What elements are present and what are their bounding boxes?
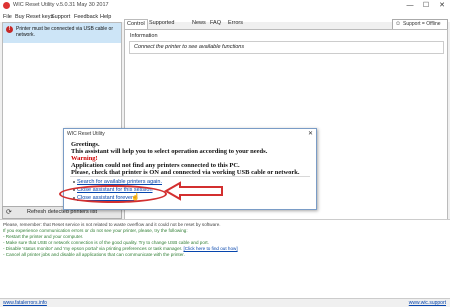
tip-line: If you experience communication errors o…: [3, 228, 188, 233]
title-bar: WIC Reset Utility v.5.0.31 May 30 2017 —…: [0, 0, 450, 12]
support-status-label: Support = Offline: [403, 21, 441, 27]
dialog-no-printers: Application could not find any printers …: [71, 162, 240, 169]
highlight-ellipse: [59, 185, 167, 203]
app-icon: [3, 2, 10, 9]
wic-support-link[interactable]: www.wic.support: [409, 300, 446, 306]
dialog-title: WIC Reset Utility: [67, 131, 105, 137]
tab-errors-reference[interactable]: Errors reference: [226, 19, 253, 35]
tip-line: - Disable 'status monitor' and 'my epson…: [3, 246, 238, 251]
support-icon: ☺: [395, 21, 402, 27]
bullet-icon: [73, 180, 75, 183]
dialog-greeting: Greetings.: [71, 141, 100, 148]
dialog-message: Greetings. This assistant will help you …: [71, 141, 311, 176]
tips-area: Please, remember: that Reset service is …: [0, 219, 450, 299]
dialog-check-printer: Please, check that printer is ON and con…: [71, 169, 300, 176]
tip-line: Please, remember: that Reset service is …: [3, 222, 221, 227]
list-item[interactable]: ! Printer must be connected via USB cabl…: [3, 23, 121, 43]
information-label: Information: [130, 33, 158, 39]
dialog-close-icon[interactable]: ✕: [308, 130, 313, 137]
information-box: Connect the printer to see available fun…: [129, 41, 444, 54]
annotation-arrow-icon: [164, 181, 223, 201]
menu-feedback[interactable]: Feedback: [74, 14, 98, 20]
tip-line: - Make sure that USB or network connecti…: [3, 240, 209, 245]
dialog-intro: This assistant will help you to select o…: [71, 148, 268, 155]
mouse-cursor-icon: ☝: [131, 194, 140, 201]
dialog-divider: [70, 176, 310, 177]
information-text: Connect the printer to see available fun…: [134, 44, 245, 50]
menu-bar: File Buy Reset keys Support Feedback Hel…: [0, 12, 450, 22]
tab-news[interactable]: News: [190, 19, 208, 28]
tab-faq[interactable]: FAQ: [208, 19, 223, 28]
close-button[interactable]: ✕: [434, 0, 450, 12]
maximize-button[interactable]: ☐: [418, 0, 434, 12]
tip-line: - Restart the printer and your computer.: [3, 234, 84, 239]
minimize-button[interactable]: —: [402, 0, 418, 12]
tab-supported-models[interactable]: Supported models: [147, 19, 176, 35]
error-icon: !: [6, 26, 13, 33]
menu-file[interactable]: File: [3, 14, 12, 20]
find-out-how-link[interactable]: [Click here to find out how]: [183, 246, 237, 251]
printer-warning-text: Printer must be connected via USB cable …: [16, 26, 113, 38]
tip-line: - Cancel all printer jobs and disable al…: [3, 252, 185, 257]
menu-buy-reset-keys[interactable]: Buy Reset keys: [15, 14, 53, 20]
tip-line-text: - Disable 'status monitor' and 'my epson…: [3, 246, 183, 251]
fatalerrors-link[interactable]: www.fatalerrors.info: [3, 300, 47, 306]
menu-help[interactable]: Help: [100, 14, 111, 20]
window-title: WIC Reset Utility v.5.0.31 May 30 2017: [13, 2, 109, 8]
menu-support[interactable]: Support: [51, 14, 70, 20]
dialog-warning: Warning!: [71, 155, 98, 162]
